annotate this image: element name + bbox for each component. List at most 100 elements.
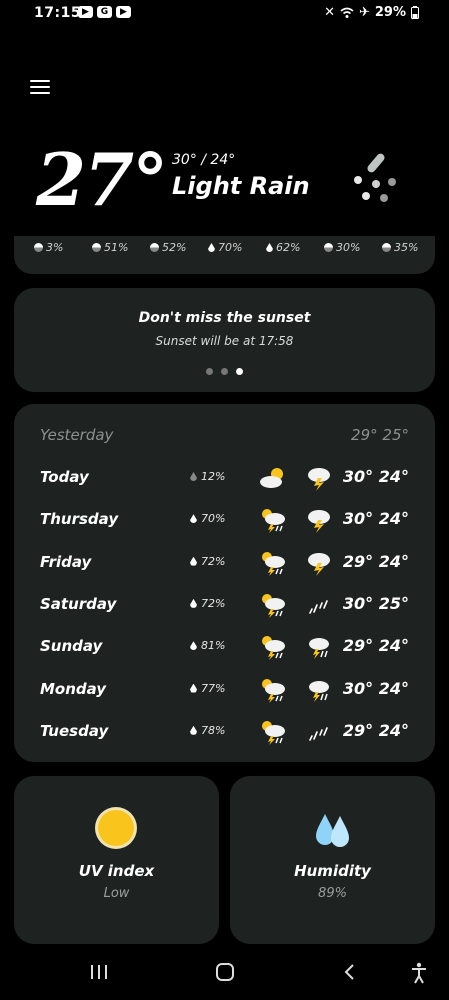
half-drop-icon [382, 243, 391, 252]
humidity-drops-icon [316, 814, 349, 847]
half-drop-icon [92, 243, 101, 252]
drop-icon [190, 598, 197, 608]
sun-thunder-rain-icon [258, 633, 288, 661]
uv-index-value: Low [103, 886, 130, 901]
day-temperature: 30° 24° [342, 467, 409, 486]
thunder-rain-icon [304, 676, 334, 704]
sun-thunder-rain-icon [258, 591, 288, 619]
half-drop-icon [150, 243, 159, 252]
half-drop-icon [34, 243, 43, 252]
battery-icon [411, 6, 419, 19]
drop-icon [190, 683, 197, 693]
forecast-row-tuesday[interactable]: Tuesday 78% 29° 24° [14, 718, 435, 748]
hourly-item: 52% [150, 241, 208, 254]
rain-icon [304, 591, 334, 619]
google-icon: G [97, 6, 112, 18]
drop-icon [190, 472, 197, 481]
back-button[interactable] [342, 962, 358, 982]
sun-thunder-rain-icon [258, 676, 288, 704]
thunderstorm-icon [304, 464, 334, 492]
drop-icon [208, 243, 215, 252]
forecast-row-today[interactable]: Today 12% 30° 24° [14, 464, 435, 494]
high-low-temperature: 30° / 24° [172, 152, 236, 168]
forecast-row-thursday[interactable]: Thursday 70% 30° 24° [14, 506, 435, 536]
home-button[interactable] [214, 962, 236, 982]
hourly-item: 51% [92, 241, 150, 254]
humidity-label: Humidity [294, 862, 371, 880]
hourly-item: 30% [324, 241, 382, 254]
sun-thunder-rain-icon [258, 506, 288, 534]
day-name: Thursday [40, 510, 119, 529]
hourly-item: 70% [208, 241, 266, 254]
uv-index-card[interactable]: UV index Low [14, 776, 219, 944]
rain-icon [304, 718, 334, 746]
precipitation-chance: 72% [190, 555, 225, 568]
weather-condition: Light Rain [172, 172, 310, 200]
page-dot [206, 368, 213, 375]
page-dot-active [236, 368, 243, 375]
day-temperature: 29° 24° [342, 720, 409, 740]
daily-forecast[interactable]: Yesterday 29° 25° Today 12% 30° 24° Thursda… [14, 404, 435, 762]
day-temperature: 30° 24° [342, 678, 409, 698]
sun-thunder-rain-icon [258, 718, 288, 746]
sun-thunder-rain-icon [258, 549, 288, 577]
precipitation-chance: 81% [190, 639, 225, 652]
current-temperature: 27° [36, 137, 168, 222]
day-name: Today [40, 468, 89, 486]
sun-icon [98, 810, 134, 846]
youtube-icon: ▶ [78, 6, 93, 18]
mute-icon: ✕ [324, 5, 335, 20]
day-temperature: 29° 24° [342, 636, 409, 656]
day-temperature: 29° 24° [342, 551, 409, 571]
humidity-value: 89% [318, 886, 347, 901]
wifi-icon [340, 7, 354, 18]
precipitation-chance: 70% [190, 512, 225, 525]
hourly-item: 3% [34, 241, 92, 254]
yesterday-temperature: 29° 25° [351, 426, 409, 444]
precipitation-chance: 78% [190, 724, 225, 737]
precipitation-chance: 12% [190, 470, 225, 483]
airplane-icon: ✈ [358, 5, 370, 20]
forecast-row-friday[interactable]: Friday 72% 29° 24° [14, 549, 435, 579]
status-bar: 17:15 ▶ G ▶ ✕ ✈ 29% [0, 0, 449, 28]
day-name: Sunday [40, 637, 103, 656]
precipitation-chance: 77% [190, 682, 225, 695]
sunset-card[interactable]: Don't miss the sunset Sunset will be at … [14, 288, 435, 392]
forecast-row-saturday[interactable]: Saturday 72% 30° 25° [14, 591, 435, 621]
partly-sunny-icon [258, 464, 288, 492]
accessibility-button[interactable] [410, 962, 428, 984]
drop-icon [190, 514, 197, 524]
day-name: Saturday [40, 594, 117, 613]
system-icons: ✕ ✈ 29% [324, 5, 419, 20]
youtube-icon: ▶ [116, 6, 131, 18]
drop-icon [266, 243, 273, 252]
hourly-precipitation[interactable]: 3% 51% 52% 70% 62% 30% 35% [14, 236, 435, 274]
sunset-title: Don't miss the sunset [138, 310, 311, 326]
day-temperature: 30° 25° [342, 593, 409, 613]
day-temperature: 30° 24° [342, 509, 409, 529]
recent-apps-button[interactable] [90, 962, 108, 982]
hourly-item: 62% [266, 241, 324, 254]
drop-icon [190, 556, 197, 566]
sunset-subtitle: Sunset will be at 17:58 [155, 334, 294, 348]
page-indicator [14, 368, 435, 375]
menu-icon[interactable] [30, 76, 50, 96]
thunderstorm-icon [304, 549, 334, 577]
uv-index-label: UV index [78, 862, 155, 880]
day-name: Monday [40, 679, 107, 698]
humidity-card[interactable]: Humidity 89% [230, 776, 435, 944]
navigation-bar [0, 950, 449, 1000]
forecast-row-monday[interactable]: Monday 77% 30° 24° [14, 676, 435, 706]
forecast-row-sunday[interactable]: Sunday 81% 29° 24° [14, 633, 435, 663]
page-dot [221, 368, 228, 375]
yesterday-label: Yesterday [40, 426, 114, 444]
day-name: Tuesday [40, 721, 109, 740]
status-time: 17:15 [34, 5, 82, 21]
hourly-item: 35% [382, 241, 440, 254]
notification-icons: ▶ G ▶ [78, 6, 131, 18]
thunder-rain-icon [304, 633, 334, 661]
precipitation-chance: 72% [190, 597, 225, 610]
drop-icon [190, 641, 197, 651]
day-name: Friday [40, 552, 92, 571]
current-weather: 27° 30° / 24° Light Rain [0, 130, 449, 240]
